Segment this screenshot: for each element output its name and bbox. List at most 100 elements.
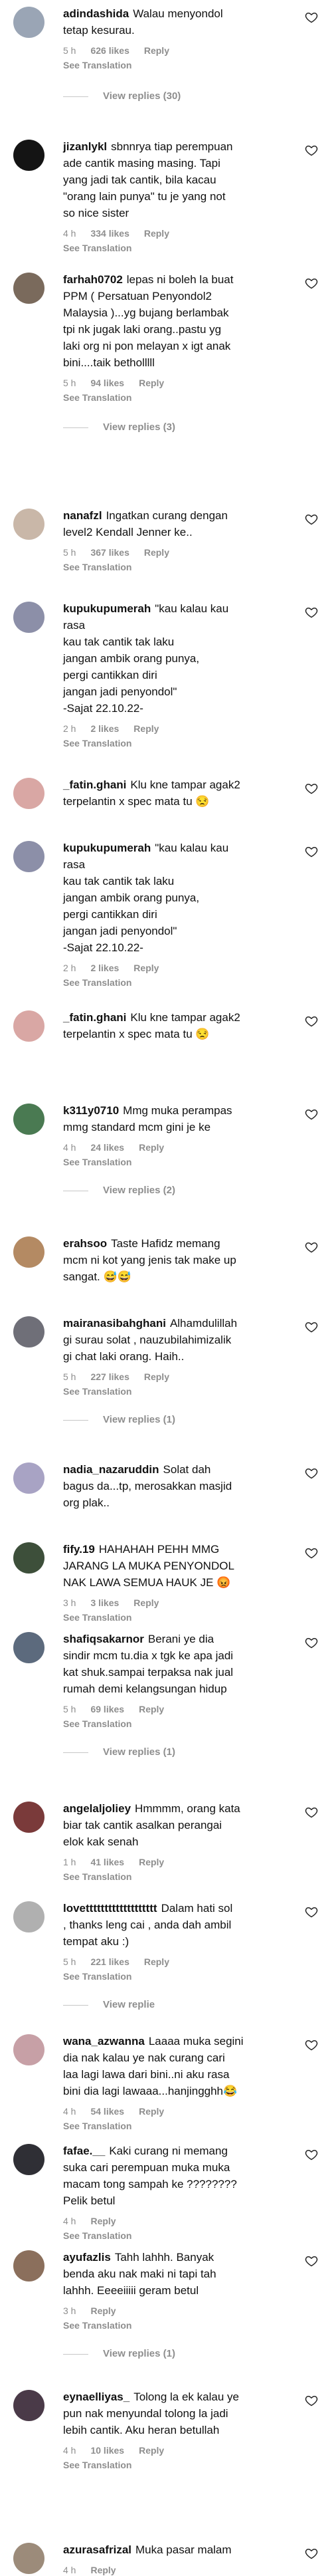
avatar[interactable] <box>13 509 44 540</box>
see-translation-button[interactable]: See Translation <box>63 1718 131 1729</box>
avatar[interactable] <box>13 7 44 38</box>
username[interactable]: kupukupumerah <box>63 602 151 615</box>
reply-button[interactable]: Reply <box>90 2565 116 2575</box>
likes-count[interactable]: 2 likes <box>90 723 119 734</box>
view-replies-button[interactable]: View replies (3) <box>63 421 175 433</box>
username[interactable]: erahsoo <box>63 1237 107 1250</box>
heart-icon[interactable] <box>304 1806 319 1819</box>
see-translation-button[interactable]: See Translation <box>63 392 131 403</box>
heart-icon[interactable] <box>304 513 319 526</box>
avatar[interactable] <box>13 841 44 872</box>
username[interactable]: jizanlykl <box>63 140 107 153</box>
see-translation-button[interactable]: See Translation <box>63 2230 131 2241</box>
reply-button[interactable]: Reply <box>139 2445 164 2456</box>
username[interactable]: mairanasibahghani <box>63 1317 166 1330</box>
avatar[interactable] <box>13 1236 44 1268</box>
heart-icon[interactable] <box>304 845 319 858</box>
view-replies-button[interactable]: View replies (30) <box>63 90 181 102</box>
reply-button[interactable]: Reply <box>90 2216 116 2226</box>
avatar[interactable] <box>13 2144 44 2175</box>
see-translation-button[interactable]: See Translation <box>63 977 131 988</box>
reply-button[interactable]: Reply <box>139 1142 164 1153</box>
view-replies-button[interactable]: View replie <box>63 1999 155 2010</box>
see-translation-button[interactable]: See Translation <box>63 1971 131 1982</box>
likes-count[interactable]: 367 likes <box>90 547 129 558</box>
reply-button[interactable]: Reply <box>90 2305 116 2316</box>
username[interactable]: kupukupumerah <box>63 842 151 854</box>
see-translation-button[interactable]: See Translation <box>63 738 131 749</box>
see-translation-button[interactable]: See Translation <box>63 243 131 253</box>
heart-icon[interactable] <box>304 11 319 24</box>
likes-count[interactable]: 626 likes <box>90 45 129 56</box>
see-translation-button[interactable]: See Translation <box>63 1157 131 1167</box>
heart-icon[interactable] <box>304 2038 319 2051</box>
heart-icon[interactable] <box>304 277 319 290</box>
reply-button[interactable]: Reply <box>133 723 159 734</box>
see-translation-button[interactable]: See Translation <box>63 60 131 70</box>
username[interactable]: fify.19 <box>63 1543 95 1556</box>
likes-count[interactable]: 3 likes <box>90 1597 119 1608</box>
username[interactable]: k311y0710 <box>63 1104 119 1117</box>
heart-icon[interactable] <box>304 2148 319 2161</box>
likes-count[interactable]: 24 likes <box>90 1142 124 1153</box>
heart-icon[interactable] <box>304 1466 319 1480</box>
view-replies-button[interactable]: View replies (1) <box>63 1414 175 1425</box>
reply-button[interactable]: Reply <box>144 45 169 56</box>
see-translation-button[interactable]: See Translation <box>63 562 131 572</box>
username[interactable]: lovettttttttttttttttttt <box>63 1902 157 1915</box>
avatar[interactable] <box>13 1463 44 1494</box>
see-translation-button[interactable]: See Translation <box>63 1871 131 1882</box>
username[interactable]: shafiqsakarnor <box>63 1633 144 1645</box>
likes-count[interactable]: 2 likes <box>90 963 119 973</box>
avatar[interactable] <box>13 1010 44 1042</box>
heart-icon[interactable] <box>304 2254 319 2268</box>
avatar[interactable] <box>13 1316 44 1347</box>
username[interactable]: nadia_nazaruddin <box>63 1463 159 1476</box>
avatar[interactable] <box>13 2390 44 2421</box>
view-replies-button[interactable]: View replies (2) <box>63 1185 175 1196</box>
see-translation-button[interactable]: See Translation <box>63 2460 131 2470</box>
view-replies-button[interactable]: View replies (1) <box>63 2348 175 2359</box>
avatar[interactable] <box>13 602 44 633</box>
likes-count[interactable]: 54 likes <box>90 2106 124 2117</box>
username[interactable]: wana_azwanna <box>63 2035 145 2048</box>
heart-icon[interactable] <box>304 2547 319 2560</box>
see-translation-button[interactable]: See Translation <box>63 2320 131 2331</box>
avatar[interactable] <box>13 2250 44 2282</box>
likes-count[interactable]: 221 likes <box>90 1956 129 1967</box>
heart-icon[interactable] <box>304 1014 319 1028</box>
likes-count[interactable]: 334 likes <box>90 228 129 239</box>
reply-button[interactable]: Reply <box>139 1704 164 1714</box>
heart-icon[interactable] <box>304 2394 319 2407</box>
avatar[interactable] <box>13 140 44 171</box>
avatar[interactable] <box>13 1901 44 1932</box>
see-translation-button[interactable]: See Translation <box>63 1386 131 1397</box>
username[interactable]: _fatin.ghani <box>63 778 126 791</box>
avatar[interactable] <box>13 1632 44 1663</box>
username[interactable]: adindashida <box>63 7 129 20</box>
reply-button[interactable]: Reply <box>144 228 169 239</box>
username[interactable]: azurasafrizal <box>63 2543 131 2556</box>
username[interactable]: angelaljoliey <box>63 1802 131 1815</box>
avatar[interactable] <box>13 273 44 304</box>
heart-icon[interactable] <box>304 1320 319 1334</box>
avatar[interactable] <box>13 2034 44 2065</box>
avatar[interactable] <box>13 2543 44 2574</box>
avatar[interactable] <box>13 1542 44 1574</box>
username[interactable]: _fatin.ghani <box>63 1011 126 1024</box>
username[interactable]: eynaelliyas_ <box>63 2391 129 2403</box>
reply-button[interactable]: Reply <box>144 1956 169 1967</box>
reply-button[interactable]: Reply <box>139 1857 164 1867</box>
reply-button[interactable]: Reply <box>133 963 159 973</box>
likes-count[interactable]: 69 likes <box>90 1704 124 1714</box>
reply-button[interactable]: Reply <box>139 378 164 388</box>
avatar[interactable] <box>13 778 44 809</box>
reply-button[interactable]: Reply <box>144 547 169 558</box>
avatar[interactable] <box>13 1104 44 1135</box>
username[interactable]: nanafzl <box>63 509 102 522</box>
reply-button[interactable]: Reply <box>139 2106 164 2117</box>
heart-icon[interactable] <box>304 1546 319 1560</box>
see-translation-button[interactable]: See Translation <box>63 1612 131 1623</box>
heart-icon[interactable] <box>304 144 319 157</box>
likes-count[interactable]: 94 likes <box>90 378 124 388</box>
